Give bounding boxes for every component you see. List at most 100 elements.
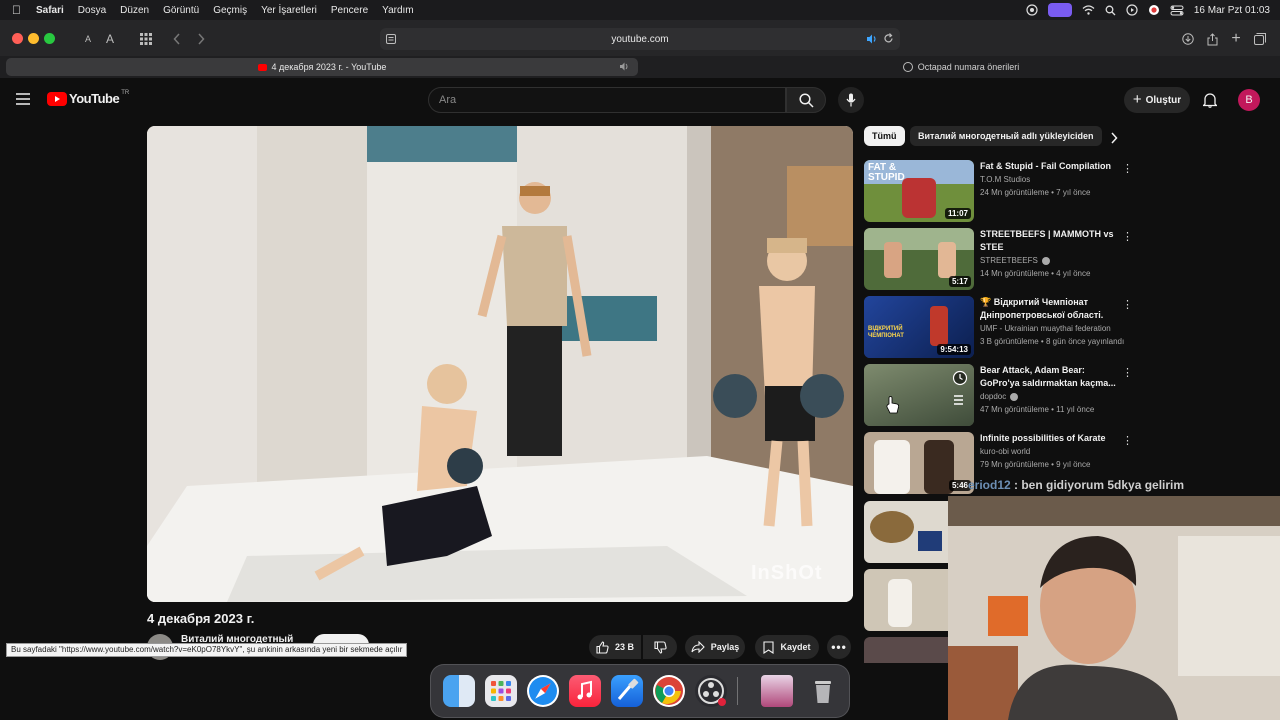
notifications-bell-icon[interactable] [1203,92,1217,108]
stage-manager-icon[interactable] [1047,3,1072,17]
recommendation-channel[interactable]: dopdoc [980,392,1130,401]
recommendation-channel[interactable]: kuro-obi world [980,447,1130,456]
video-title: 4 декабря 2023 г. [147,611,255,626]
launchpad-icon[interactable] [485,675,517,707]
finder-icon[interactable] [443,675,475,707]
tab-octapad[interactable]: Octapad numara önerileri [648,58,1274,76]
more-vertical-icon[interactable]: ⋮ [1122,298,1133,311]
menu-pencere[interactable]: Pencere [331,5,368,16]
minimized-window-icon[interactable] [761,675,793,707]
more-vertical-icon[interactable]: ⋮ [1122,230,1133,243]
search-button[interactable] [786,87,826,113]
youtube-logo[interactable]: YouTube TR [47,89,130,106]
text-size-small-button[interactable]: A [80,29,96,49]
recommendation-3[interactable]: ВІДКРИТИЙ ЧЕМПІОНАТ 9:54:13 🏆 Відкритий … [864,296,1134,360]
thumbnail[interactable]: 5:17 [864,228,974,290]
tab-overview-button-icon[interactable] [1252,29,1268,49]
safari-icon[interactable] [527,675,559,707]
more-vertical-icon[interactable]: ⋮ [1122,162,1133,175]
recommendation-title[interactable]: STREETBEEFS | MAMMOTH vs STEE [980,228,1120,254]
window-close-button[interactable] [12,33,23,44]
video-player[interactable]: InShOt [147,126,853,602]
address-bar[interactable]: youtube.com [380,28,900,50]
recommendation-4[interactable]: Bear Attack, Adam Bear: GoPro'ya saldırm… [864,364,1134,428]
recommendation-meta: 14 Mn görüntüleme • 4 yıl önce [980,269,1091,278]
wifi-icon[interactable] [1082,5,1095,15]
recommendation-title[interactable]: 🏆 Відкритий Чемпіонат Дніпропетровської … [980,296,1120,322]
reload-icon[interactable] [883,33,894,44]
audio-playing-icon[interactable] [867,34,878,44]
menu-app-name[interactable]: Safari [36,5,64,16]
thumbnail[interactable]: 5:46 [864,432,974,494]
new-tab-icon[interactable]: + [1228,29,1244,49]
thumbnail[interactable]: FAT & STUPID 11:07 [864,160,974,222]
status-app-icon[interactable] [1026,4,1038,16]
page-menu-icon[interactable] [386,34,396,44]
back-button[interactable] [168,29,186,49]
chip-all[interactable]: Tümü [864,126,905,146]
create-button[interactable]: + Oluştur [1124,87,1190,113]
now-playing-icon[interactable] [1126,4,1138,16]
menu-duzen[interactable]: Düzen [120,5,149,16]
forward-button[interactable] [192,29,210,49]
chip-from-uploader[interactable]: Виталий многодетный adlı yükleyiciden [910,126,1102,146]
recommendation-channel[interactable]: T.O.M Studios [980,175,1130,184]
trash-icon[interactable] [807,675,839,707]
chrome-icon[interactable] [653,675,685,707]
recommendation-thumbnail-8[interactable] [864,637,948,663]
hamburger-menu-icon[interactable] [16,93,30,105]
window-zoom-button[interactable] [44,33,55,44]
menu-dosya[interactable]: Dosya [78,5,106,16]
menu-yer-isaretleri[interactable]: Yer İşaretleri [261,5,317,16]
menu-gecmis[interactable]: Geçmiş [213,5,247,16]
menu-yardim[interactable]: Yardım [382,5,414,16]
account-avatar[interactable]: B [1238,89,1260,111]
search-placeholder: Ara [439,94,457,106]
dislike-button[interactable] [643,635,677,659]
like-button[interactable]: 23 B [589,635,641,659]
share-button[interactable]: Paylaş [685,635,745,659]
share-icon[interactable] [1204,29,1220,49]
recommendation-1[interactable]: FAT & STUPID 11:07 Fat & Stupid - Fail C… [864,160,1134,224]
tab-audio-icon[interactable] [620,62,630,71]
watch-later-icon[interactable] [952,370,968,386]
save-button[interactable]: Kaydet [755,635,819,659]
thumbnail[interactable] [864,364,974,426]
recommendation-thumbnail-7[interactable] [864,569,948,631]
more-vertical-icon[interactable]: ⋮ [1122,366,1133,379]
search-icon [798,92,814,108]
xcode-icon[interactable] [611,675,643,707]
youtube-favicon-icon [257,63,267,71]
more-actions-button[interactable]: ••• [827,635,851,659]
tab-youtube-label: 4 декабря 2023 г. - YouTube [271,62,387,72]
chips-next-icon[interactable] [1110,132,1118,144]
recommendation-thumbnail-6[interactable] [864,501,948,563]
thumbnail[interactable]: ВІДКРИТИЙ ЧЕМПІОНАТ 9:54:13 [864,296,974,358]
window-minimize-button[interactable] [28,33,39,44]
control-center-icon[interactable] [1170,5,1184,16]
recommendation-title[interactable]: Infinite possibilities of Karate [980,432,1120,445]
obs-icon[interactable] [695,675,727,707]
voice-search-button[interactable] [838,87,864,113]
menu-goruntu[interactable]: Görüntü [163,5,199,16]
youtube-logo-text: YouTube [69,91,120,106]
downloads-icon[interactable] [1180,29,1196,49]
search-input[interactable]: Ara [428,87,786,113]
tab-overview-icon[interactable] [136,29,156,49]
tab-youtube[interactable]: 4 декабря 2023 г. - YouTube [6,58,638,76]
recommendation-2[interactable]: 5:17 STREETBEEFS | MAMMOTH vs STEE STREE… [864,228,1134,292]
more-vertical-icon[interactable]: ⋮ [1122,434,1133,447]
recommendation-channel[interactable]: UMF - Ukrainian muaythai federation [980,324,1130,333]
recommendation-channel[interactable]: STREETBEEFS [980,256,1130,265]
apple-menu-icon[interactable]:  [12,3,26,17]
recommendation-title[interactable]: Fat & Stupid - Fail Compilation [980,160,1120,173]
youtube-region-label: TR [121,89,130,96]
spotlight-search-icon[interactable] [1105,5,1116,16]
avatar-letter: B [1245,94,1253,106]
menubar-clock[interactable]: 16 Mar Pzt 01:03 [1194,5,1270,16]
add-to-queue-icon[interactable] [954,394,968,406]
text-size-large-button[interactable]: A [100,29,120,49]
music-icon[interactable] [569,675,601,707]
recommendation-title[interactable]: Bear Attack, Adam Bear: GoPro'ya saldırm… [980,364,1120,390]
record-icon[interactable] [1148,4,1160,16]
